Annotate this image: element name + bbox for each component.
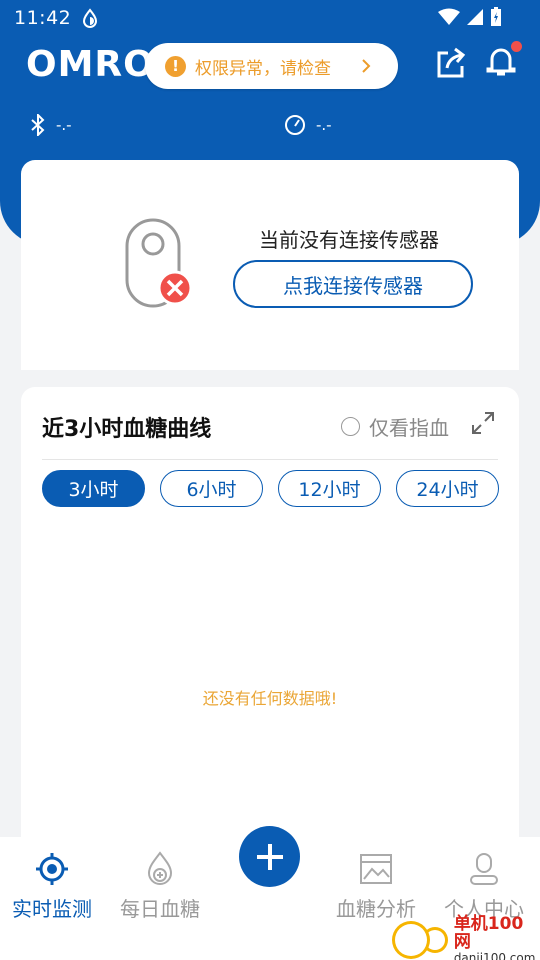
sensor-disconnected-icon [125,218,193,308]
status-bar: 11:42 [0,0,540,36]
status-time: 11:42 [14,7,72,29]
tab-24h[interactable]: 24小时 [396,470,499,507]
gauge-icon [285,115,305,135]
nav-label: 每日血糖 [120,897,200,921]
connect-sensor-button[interactable]: 点我连接传感器 [233,260,473,308]
data-saver-icon [83,8,98,28]
watermark-name: 单机100网 [453,914,524,952]
bluetooth-icon [31,114,45,136]
nav-label: 实时监测 [12,897,92,921]
bluetooth-value: -.- [56,116,72,134]
tab-6h[interactable]: 6小时 [160,470,263,507]
drop-plus-icon [147,851,173,885]
gauge-value: -.- [316,116,332,134]
glucose-chart-card: 近3小时血糖曲线 仅看指血 3小时 6小时 12小时 24小时 还没有任何数据哦… [21,387,519,857]
battery-icon [491,7,501,26]
time-range-tabs: 3小时 6小时 12小时 24小时 [42,470,499,507]
empty-data-message: 还没有任何数据哦! [202,689,338,708]
chevron-right-icon [362,59,371,73]
sensor-lifetime-status: -.- [284,114,332,136]
wifi-icon [438,8,460,25]
person-icon [470,853,498,885]
share-icon[interactable] [436,47,466,79]
add-record-button[interactable] [239,826,300,887]
nav-glucose-analysis[interactable]: 血糖分析 [336,851,416,922]
notification-dot [511,41,522,52]
target-icon [36,853,68,885]
tab-3h[interactable]: 3小时 [42,470,145,507]
watermark-logo-icon [392,921,430,960]
no-sensor-message: 当前没有连接传感器 [259,228,439,252]
permission-alert-text: 权限异常，请检查 [195,58,331,79]
cellular-icon [467,9,483,25]
exclamation-icon: ! [165,55,186,77]
watermark: 单机100网 danji100.com [392,914,540,960]
nav-daily-glucose[interactable]: 每日血糖 [120,851,200,922]
chart-image-icon [360,854,392,884]
tab-12h[interactable]: 12小时 [278,470,381,507]
bluetooth-status: -.- [30,114,72,136]
finger-blood-only-toggle[interactable]: 仅看指血 [341,412,449,441]
sensor-card: 当前没有连接传感器 点我连接传感器 [21,160,519,370]
finger-blood-only-label: 仅看指血 [369,416,449,440]
divider [42,459,498,460]
watermark-url: danji100.com [453,950,536,960]
radio-icon[interactable] [341,417,360,436]
chart-title: 近3小时血糖曲线 [42,417,212,442]
plus-icon [256,843,283,870]
status-icons [438,7,502,27]
nav-realtime-monitoring[interactable]: 实时监测 [12,851,92,922]
nav-personal-center[interactable]: 个人中心 [444,851,524,922]
expand-icon[interactable] [471,411,495,435]
app-logo: OMRON [26,44,156,85]
permission-alert-button[interactable]: ! 权限异常，请检查 [145,43,398,89]
